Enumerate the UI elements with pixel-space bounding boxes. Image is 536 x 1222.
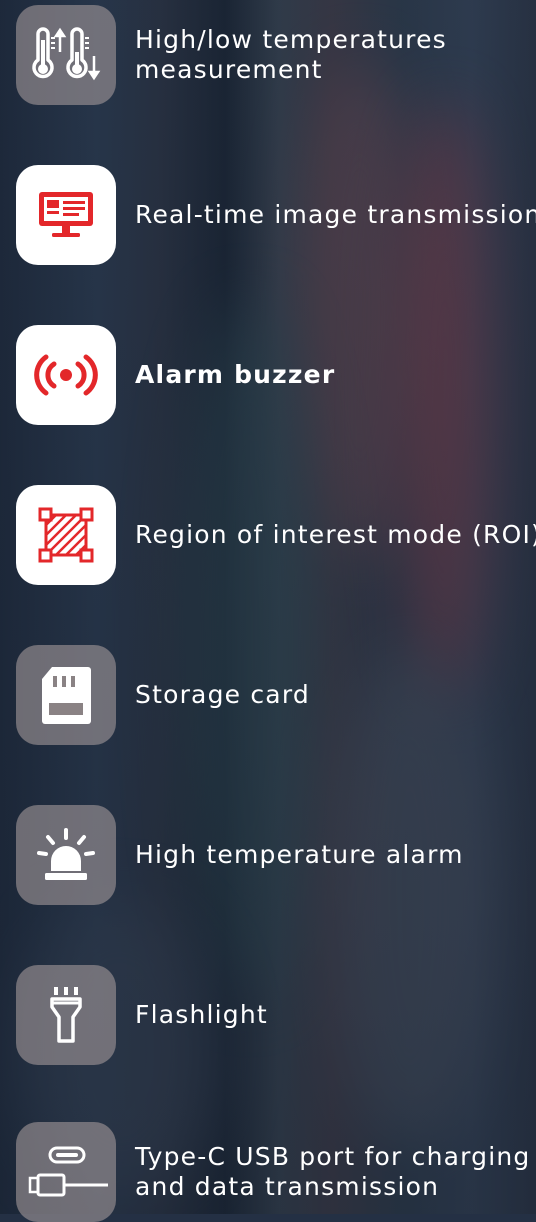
feature-label-line: and data transmission xyxy=(135,1172,440,1201)
feature-item: Alarm buzzer xyxy=(16,325,536,425)
monitor-icon xyxy=(36,189,96,241)
feature-label: Type-C USB port for charging and data tr… xyxy=(135,1142,531,1202)
feature-tile xyxy=(16,645,116,745)
feature-label: Alarm buzzer xyxy=(135,360,335,390)
feature-item: Flashlight xyxy=(16,965,536,1065)
feature-tile xyxy=(16,805,116,905)
feature-label-line: Region of interest mode (ROI) xyxy=(135,520,536,549)
alarm-light-icon xyxy=(35,827,97,883)
feature-item: Type-C USB port for charging and data tr… xyxy=(16,1122,536,1222)
feature-label-line: Alarm buzzer xyxy=(135,360,336,389)
feature-label: Real-time image transmission xyxy=(135,200,536,230)
sd-card-icon xyxy=(40,665,92,725)
feature-label-line: High temperature alarm xyxy=(135,840,464,869)
feature-tile xyxy=(16,5,116,105)
feature-tile xyxy=(16,485,116,585)
feature-label: Flashlight xyxy=(135,1000,268,1030)
thermometer-high-low-icon xyxy=(28,26,104,84)
feature-label-line: Storage card xyxy=(135,680,310,709)
feature-label: Region of interest mode (ROI) xyxy=(135,520,536,550)
feature-tile xyxy=(16,1122,116,1222)
feature-label: High/low temperatures measurement xyxy=(135,25,447,85)
feature-label-line: Flashlight xyxy=(135,1000,268,1029)
feature-label-line: Type-C USB port for charging xyxy=(135,1142,531,1171)
usb-c-cable-icon xyxy=(24,1142,108,1202)
buzzer-signal-icon xyxy=(34,351,98,399)
flashlight-icon xyxy=(46,985,86,1045)
feature-label: High temperature alarm xyxy=(135,840,464,870)
roi-region-icon xyxy=(38,507,94,563)
feature-label-line: Real-time image transmission xyxy=(135,200,536,229)
feature-item: High/low temperatures measurement xyxy=(16,5,536,105)
feature-tile xyxy=(16,965,116,1065)
feature-item: Real-time image transmission xyxy=(16,165,536,265)
feature-label: Storage card xyxy=(135,680,310,710)
feature-label-line: High/low temperatures xyxy=(135,25,447,54)
feature-tile xyxy=(16,325,116,425)
feature-item: Storage card xyxy=(16,645,536,745)
feature-tile xyxy=(16,165,116,265)
feature-item: High temperature alarm xyxy=(16,805,536,905)
feature-label-line: measurement xyxy=(135,55,323,84)
feature-item: Region of interest mode (ROI) xyxy=(16,485,536,585)
